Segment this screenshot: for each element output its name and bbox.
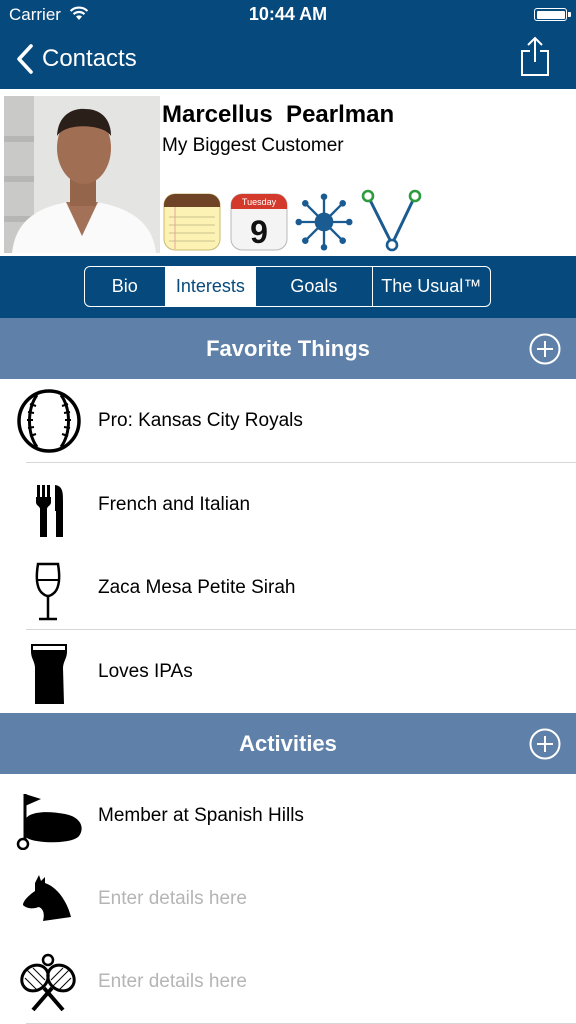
clock: 10:44 AM [248,4,328,24]
horse-icon [23,875,71,921]
add-circle-icon[interactable] [529,728,561,760]
list-item[interactable]: Enter details here [0,857,576,941]
section-title: Activities [239,731,337,756]
contact-photo[interactable] [4,96,160,253]
section-header-activities: Activities [0,713,576,774]
calendar-icon[interactable]: Tuesday 9 [230,193,288,251]
fork-knife-icon [36,485,63,537]
list-item[interactable]: Zaca Mesa Petite Sirah [0,546,576,630]
list-item-text: Pro: Kansas City Royals [98,410,303,431]
section-header-favorite-things: Favorite Things [0,318,576,379]
details-input-placeholder: Enter details here [98,888,247,909]
section-title: Favorite Things [206,336,370,361]
list-item[interactable]: Loves IPAs [0,630,576,714]
tab-goals[interactable]: Goals [256,267,373,306]
battery-icon [534,8,571,21]
navigation-bar: Carrier 10:44 AM Contacts [0,0,576,89]
back-button-label: Contacts [42,45,137,72]
baseball-icon [17,389,81,453]
chevron-left-icon [17,44,33,74]
contact-name: Marcellus Pearlman [162,101,395,128]
tab-interests[interactable]: Interests [165,267,257,306]
connections-icon[interactable] [360,189,424,253]
tennis-icon [20,953,76,1012]
list-item-text: Member at Spanish Hills [98,805,304,826]
contact-header: Marcellus Pearlman My Biggest Customer T… [0,89,576,256]
beer-glass-icon [31,644,67,704]
back-button[interactable]: Contacts [14,42,137,76]
list-item[interactable]: Member at Spanish Hills [0,774,576,858]
add-circle-icon[interactable] [529,333,561,365]
tab-the-usual[interactable]: The Usual™ [373,267,490,306]
notes-icon[interactable] [163,193,221,251]
golf-icon [16,794,82,850]
list-item-text: Loves IPAs [98,661,193,682]
list-item-text: French and Italian [98,494,251,515]
tab-bio[interactable]: Bio [85,267,166,306]
wine-glass-icon [35,562,61,621]
status-bar: Carrier 10:44 AM [0,0,576,30]
segmented-control: Bio Interests Goals The Usual™ [84,266,491,307]
list-item[interactable]: Pro: Kansas City Royals [0,379,576,463]
share-icon[interactable] [518,36,552,78]
network-icon[interactable] [295,193,353,251]
tab-bar: Bio Interests Goals The Usual™ [0,256,576,318]
list-item[interactable]: Enter details here [0,940,576,1024]
list-item-text: Zaca Mesa Petite Sirah [98,577,296,598]
calendar-day-name: Tuesday [242,197,277,207]
calendar-day-number: 9 [250,214,268,250]
contact-subtitle: My Biggest Customer [162,135,344,156]
details-input-placeholder: Enter details here [98,971,247,992]
list-item[interactable]: French and Italian [0,463,576,547]
